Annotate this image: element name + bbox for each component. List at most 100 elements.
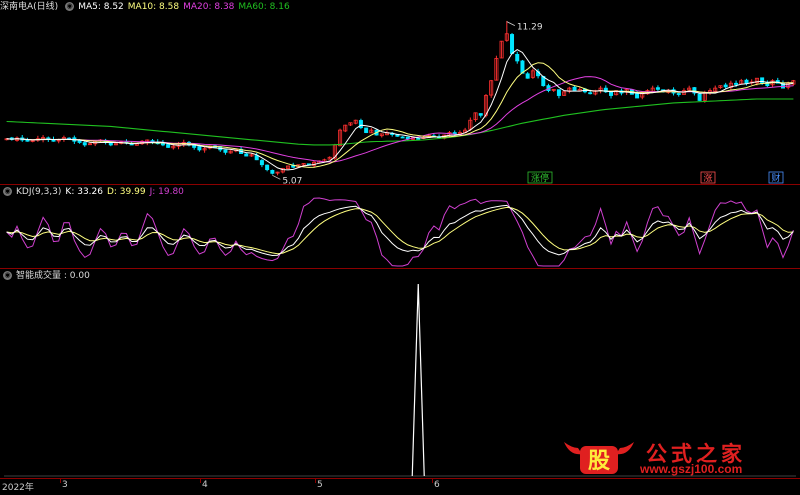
- candle-body: [676, 93, 681, 95]
- candle-body: [270, 170, 275, 174]
- candle-body: [82, 142, 87, 146]
- candle-body: [223, 149, 228, 153]
- event-marker: 涨停: [527, 171, 553, 184]
- kdj-panel: [6, 197, 794, 267]
- candle: [713, 85, 718, 92]
- high-label: 11.29: [517, 23, 543, 33]
- candle-body: [525, 73, 530, 79]
- candle-body: [25, 139, 30, 142]
- chart-stage: 11.29 5.07 涨停涨财 深南电A(日线) ◉ MA5: 8.52 MA10: 8.…: [0, 0, 800, 493]
- volume-settings-circle-icon[interactable]: ◉: [3, 271, 12, 280]
- event-marker-label: 财: [771, 172, 780, 184]
- candle-body: [416, 138, 421, 140]
- x-tick-label: 6: [434, 480, 440, 490]
- candle: [728, 80, 733, 90]
- volume-name[interactable]: 智能成交量 : 0.00: [16, 271, 90, 281]
- kdj-d-legend: D: 39.99: [106, 187, 146, 197]
- kdj-settings-circle-icon[interactable]: ◉: [3, 187, 12, 196]
- candle-body: [723, 84, 728, 88]
- watermark-url: www.gszj100.com: [640, 462, 743, 476]
- candle: [598, 85, 603, 94]
- logo-char: 股: [588, 448, 610, 474]
- kdj-d-line: [6, 206, 794, 255]
- candle: [530, 68, 535, 79]
- candle: [525, 72, 530, 79]
- candle-body: [259, 160, 264, 166]
- ma5-line: [6, 49, 794, 171]
- candle-body: [244, 153, 249, 157]
- candle: [494, 55, 499, 81]
- candle-body: [556, 89, 561, 96]
- stock-title[interactable]: 深南电A(日线): [0, 2, 58, 12]
- kdj-name[interactable]: KDJ(9,3,3): [16, 187, 61, 197]
- candle: [499, 40, 504, 59]
- candle: [452, 130, 457, 137]
- x-tick: [315, 479, 316, 483]
- candle: [697, 92, 702, 101]
- candle: [744, 78, 749, 86]
- candle: [265, 164, 270, 172]
- candle-body: [265, 164, 270, 171]
- watermark: 股 公式之家 www.gszj100.com: [560, 436, 800, 476]
- ma5-legend: MA5: 8.52: [78, 2, 124, 12]
- candle-body: [77, 140, 82, 143]
- high-arrow: [506, 21, 515, 27]
- candle-body: [358, 120, 363, 129]
- candle-body: [609, 91, 614, 96]
- x-tick: [60, 479, 61, 483]
- candle: [249, 153, 254, 157]
- candle: [353, 119, 358, 125]
- candle: [379, 133, 384, 138]
- candle: [609, 91, 614, 99]
- candle: [400, 136, 405, 139]
- candle-body: [254, 155, 259, 161]
- candle-body: [197, 146, 202, 151]
- candle-body: [588, 92, 593, 95]
- x-tick: [200, 479, 201, 483]
- ma60-line: [6, 98, 794, 146]
- candle-body: [760, 77, 765, 84]
- candle: [20, 135, 25, 142]
- kdj-header: ◉ KDJ(9,3,3) K: 33.26 D: 39.99 J: 19.80: [0, 185, 188, 199]
- volume-header: ◉ 智能成交量 : 0.00: [0, 269, 94, 283]
- candle-body: [744, 79, 749, 84]
- candle-body: [572, 86, 577, 91]
- low-arrow: [272, 174, 281, 180]
- candle-body: [166, 144, 171, 148]
- candle: [489, 79, 494, 98]
- x-axis: 2022年 3 4 5 6: [0, 478, 800, 493]
- candle: [114, 143, 119, 146]
- candle: [343, 124, 348, 133]
- candle-body: [515, 54, 520, 62]
- ma10-line: [6, 62, 794, 168]
- candle: [551, 88, 556, 92]
- candle: [510, 32, 515, 55]
- settings-circle-icon[interactable]: ◉: [65, 2, 75, 11]
- kdj-j-line: [6, 197, 794, 267]
- volume-spike: [411, 283, 425, 477]
- candle: [93, 140, 98, 147]
- candle: [504, 20, 509, 42]
- event-marker-label: 涨停: [531, 172, 549, 184]
- ma10-legend: MA10: 8.58: [127, 2, 180, 12]
- event-marker-label: 涨: [703, 173, 712, 184]
- candle: [473, 112, 478, 122]
- event-marker: 涨: [700, 171, 716, 184]
- main-header: 深南电A(日线) ◉ MA5: 8.52 MA10: 8.58 MA20: 8.38 MA…: [0, 0, 294, 14]
- candle: [515, 51, 520, 64]
- candle: [228, 150, 233, 154]
- candle: [364, 127, 369, 134]
- x-tick: [432, 479, 433, 483]
- event-marker: 财: [768, 171, 784, 184]
- candle: [556, 89, 561, 99]
- candle-body: [734, 82, 739, 85]
- candle-body: [655, 87, 660, 90]
- candle: [87, 142, 92, 146]
- candle: [270, 169, 275, 175]
- panel-divider-2: [0, 268, 800, 269]
- candle: [478, 113, 483, 118]
- x-tick-label: 3: [62, 480, 68, 490]
- candle: [603, 85, 608, 94]
- x-tick-label: 4: [202, 480, 208, 490]
- candle: [41, 135, 46, 143]
